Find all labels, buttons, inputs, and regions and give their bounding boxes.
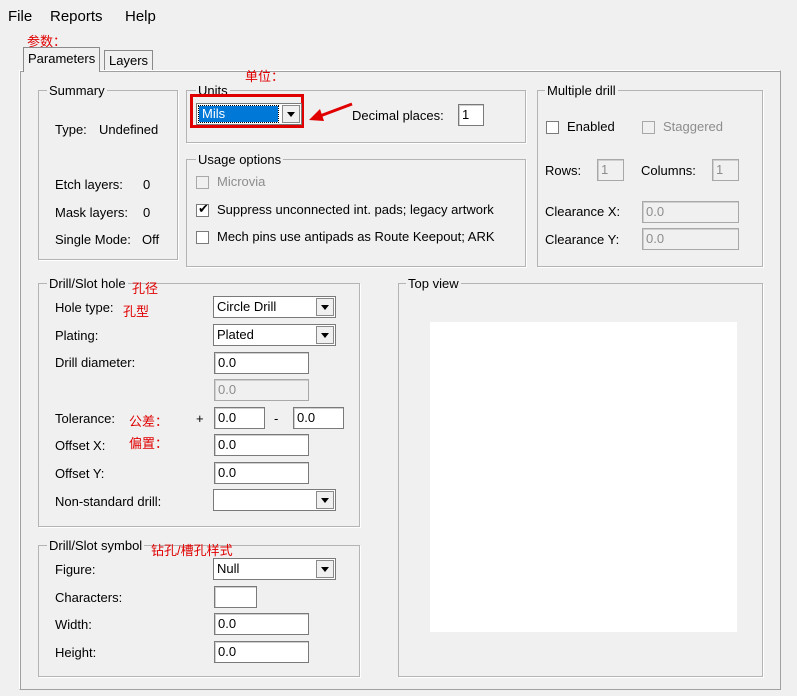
annotation-hole: 孔径 <box>132 281 159 296</box>
non-standard-drill-select[interactable] <box>213 489 336 511</box>
tolerance-plus-label: + <box>196 411 204 426</box>
drill-diameter-label: Drill diameter: <box>55 355 136 370</box>
etch-layers-value: 0 <box>143 177 151 192</box>
top-view-title: Top view <box>406 276 461 292</box>
tolerance-minus-label: - <box>274 411 279 426</box>
figure-value: Null <box>217 561 240 576</box>
summary-title: Summary <box>47 83 107 99</box>
menu-bar: File Reports Help <box>0 0 797 34</box>
mask-layers-value: 0 <box>143 205 151 220</box>
chevron-down-icon[interactable] <box>316 560 334 578</box>
characters-label: Characters: <box>55 590 123 605</box>
drill-slot-hole-title: Drill/Slot hole <box>47 276 128 292</box>
single-mode-label: Single Mode: <box>55 232 131 247</box>
figure-select[interactable]: Null <box>213 558 336 580</box>
clearance-y-label: Clearance Y: <box>545 232 620 247</box>
usage-options-title: Usage options <box>196 152 284 168</box>
suppress-label: Suppress unconnected int. pads; legacy a… <box>217 202 494 217</box>
annotation-tolerance: 公差： <box>129 414 169 429</box>
offset-x-label: Offset X: <box>55 438 106 453</box>
units-select-value: Mils <box>202 106 226 121</box>
rows-input[interactable]: 1 <box>597 159 624 181</box>
drill-diameter-secondary-input[interactable]: 0.0 <box>214 379 309 401</box>
columns-label: Columns: <box>641 163 696 178</box>
annotation-units: 单位： <box>245 69 285 84</box>
staggered-checkbox[interactable] <box>642 121 655 134</box>
units-select[interactable]: Mils <box>196 103 302 125</box>
enabled-checkbox[interactable] <box>546 121 559 134</box>
top-view-canvas <box>430 322 737 632</box>
type-label: Type: <box>55 122 87 137</box>
clearance-x-input[interactable]: 0.0 <box>642 201 739 223</box>
decimal-places-label: Decimal places: <box>352 108 444 123</box>
multiple-drill-title: Multiple drill <box>545 83 618 99</box>
clearance-y-input[interactable]: 0.0 <box>642 228 739 250</box>
annotation-hole-type: 孔型 <box>123 304 150 319</box>
plating-select[interactable]: Plated <box>213 324 336 346</box>
offset-y-label: Offset Y: <box>55 466 105 481</box>
height-input[interactable]: 0.0 <box>214 641 309 663</box>
tolerance-plus-input[interactable]: 0.0 <box>214 407 265 429</box>
staggered-label: Staggered <box>663 119 723 134</box>
red-arrow-icon <box>309 102 353 121</box>
microvia-checkbox[interactable] <box>196 176 209 189</box>
tab-layers[interactable]: Layers <box>104 50 154 71</box>
single-mode-value: Off <box>142 232 160 247</box>
annotation-symbol: 钻孔/槽孔样式 <box>151 543 233 558</box>
offset-x-input[interactable]: 0.0 <box>214 434 309 456</box>
tolerance-label: Tolerance: <box>55 411 115 426</box>
columns-input[interactable]: 1 <box>712 159 739 181</box>
hole-type-label: Hole type: <box>55 300 114 315</box>
mech-pins-checkbox[interactable] <box>196 231 209 244</box>
width-input[interactable]: 0.0 <box>214 613 309 635</box>
clearance-x-label: Clearance X: <box>545 204 621 219</box>
menu-file[interactable]: File <box>8 8 32 25</box>
plating-label: Plating: <box>55 328 99 343</box>
chevron-down-icon[interactable] <box>316 491 334 509</box>
tab-parameters[interactable]: Parameters <box>23 47 101 72</box>
width-label: Width: <box>55 617 92 632</box>
tolerance-minus-input[interactable]: 0.0 <box>293 407 344 429</box>
chevron-down-icon[interactable] <box>316 326 334 344</box>
chevron-down-icon[interactable] <box>316 298 334 316</box>
suppress-checkbox[interactable]: ✔ <box>196 201 209 217</box>
non-standard-drill-label: Non-standard drill: <box>55 494 162 509</box>
drill-diameter-input[interactable]: 0.0 <box>214 352 309 374</box>
type-value: Undefined <box>99 122 159 137</box>
figure-label: Figure: <box>55 562 96 577</box>
chevron-down-icon[interactable] <box>282 105 300 123</box>
offset-y-input[interactable]: 0.0 <box>214 462 309 484</box>
enabled-label: Enabled <box>567 119 615 134</box>
menu-reports[interactable]: Reports <box>50 8 103 25</box>
microvia-label: Microvia <box>217 174 266 189</box>
menu-help[interactable]: Help <box>125 8 156 25</box>
decimal-places-input[interactable]: 1 <box>458 104 484 126</box>
annotation-offset: 偏置： <box>129 436 169 451</box>
etch-layers-label: Etch layers: <box>55 177 123 192</box>
mech-pins-label: Mech pins use antipads as Route Keepout;… <box>217 229 495 244</box>
rows-label: Rows: <box>545 163 582 178</box>
plating-value: Plated <box>217 327 254 342</box>
hole-type-value: Circle Drill <box>217 299 277 314</box>
drill-slot-symbol-title: Drill/Slot symbol <box>47 538 145 554</box>
hole-type-select[interactable]: Circle Drill <box>213 296 336 318</box>
checkmark-icon: ✔ <box>198 201 209 216</box>
height-label: Height: <box>55 645 97 660</box>
characters-input[interactable] <box>214 586 257 608</box>
mask-layers-label: Mask layers: <box>55 205 128 220</box>
